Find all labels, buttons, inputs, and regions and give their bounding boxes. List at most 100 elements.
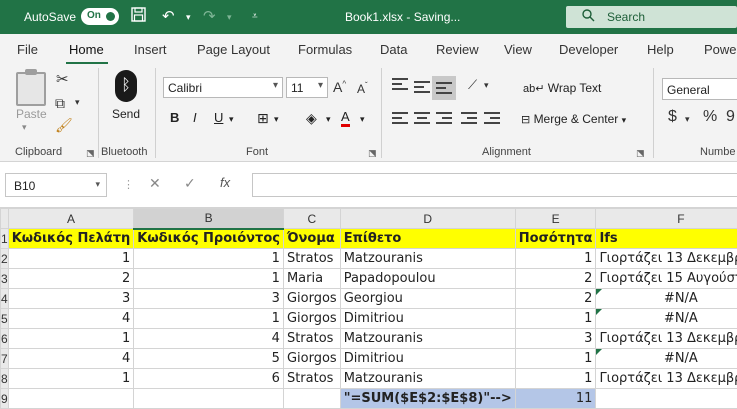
- cell[interactable]: Όνομα: [283, 229, 340, 249]
- undo-icon[interactable]: ↶: [162, 7, 175, 25]
- underline-dropdown-icon[interactable]: ▾: [229, 114, 234, 125]
- column-header[interactable]: D: [340, 209, 515, 229]
- percent-icon[interactable]: %: [703, 108, 717, 126]
- increase-font-size-icon[interactable]: A^: [333, 79, 346, 95]
- font-color-dropdown-icon[interactable]: ▾: [360, 114, 365, 125]
- font-launcher-icon[interactable]: ⬔: [368, 148, 377, 159]
- cell[interactable]: Maria: [283, 269, 340, 289]
- copy-icon[interactable]: ⧉: [55, 95, 65, 112]
- decrease-font-size-icon[interactable]: Aˇ: [357, 81, 368, 96]
- format-painter-icon[interactable]: 🖌: [55, 117, 73, 134]
- cell[interactable]: 2: [515, 289, 596, 309]
- fill-color-icon[interactable]: ◈: [306, 110, 317, 127]
- select-all-corner[interactable]: [1, 209, 9, 229]
- insert-function-icon[interactable]: fx: [220, 175, 230, 190]
- undo-dropdown-icon[interactable]: ▾: [186, 12, 191, 23]
- cell[interactable]: Stratos: [283, 329, 340, 349]
- merge-center-button[interactable]: ⊟ Merge & Center ▾: [521, 112, 626, 126]
- row-header[interactable]: 8: [1, 369, 9, 389]
- sum-total-cell[interactable]: 11: [515, 389, 596, 409]
- cancel-icon[interactable]: ✕: [149, 175, 161, 192]
- cell[interactable]: 2: [8, 269, 134, 289]
- cell[interactable]: 5: [134, 349, 284, 369]
- cell[interactable]: 2: [515, 269, 596, 289]
- column-header[interactable]: B: [134, 209, 284, 229]
- tab-page-layout[interactable]: Page Layout: [197, 42, 270, 57]
- column-header[interactable]: A: [8, 209, 134, 229]
- formula-text-cell[interactable]: "=SUM($E$2:$E$8)"-->: [340, 389, 515, 409]
- tab-view[interactable]: View: [504, 42, 532, 57]
- tab-review[interactable]: Review: [436, 42, 479, 57]
- cell[interactable]: Κωδικός Πελάτη: [8, 229, 134, 249]
- cell[interactable]: 3: [134, 289, 284, 309]
- cell[interactable]: Giorgos: [283, 289, 340, 309]
- customize-toolbar-icon[interactable]: ⩡: [252, 11, 258, 22]
- cell[interactable]: Γιορτάζει 15 Αυγούστου: [596, 269, 737, 289]
- decrease-indent-icon[interactable]: [461, 112, 477, 126]
- cell[interactable]: 1: [134, 269, 284, 289]
- tab-home[interactable]: Home: [69, 42, 104, 57]
- cell[interactable]: Γιορτάζει 13 Δεκεμβρίου: [596, 369, 737, 389]
- tab-formulas[interactable]: Formulas: [298, 42, 352, 57]
- tab-help[interactable]: Help: [647, 42, 674, 57]
- borders-icon[interactable]: ⊞: [257, 110, 269, 127]
- orientation-dropdown-icon[interactable]: ▾: [484, 80, 489, 91]
- column-header[interactable]: E: [515, 209, 596, 229]
- align-right-icon[interactable]: [436, 112, 452, 126]
- cell[interactable]: #N/A: [596, 309, 737, 329]
- cell[interactable]: 1: [8, 369, 134, 389]
- cell[interactable]: Ifs: [596, 229, 737, 249]
- cell[interactable]: 4: [134, 329, 284, 349]
- autosave-toggle[interactable]: On: [81, 8, 119, 25]
- cell[interactable]: Matzouranis: [340, 249, 515, 269]
- cell[interactable]: Georgiou: [340, 289, 515, 309]
- align-center-icon[interactable]: [414, 112, 430, 126]
- wrap-text-button[interactable]: ab↵ Wrap Text: [523, 81, 601, 95]
- paste-button-label[interactable]: Paste: [16, 107, 47, 121]
- underline-icon[interactable]: U: [214, 110, 223, 125]
- borders-dropdown-icon[interactable]: ▾: [274, 114, 279, 125]
- paste-dropdown-icon[interactable]: ▾: [22, 122, 27, 133]
- cell[interactable]: Ποσότητα: [515, 229, 596, 249]
- tab-developer[interactable]: Developer: [559, 42, 618, 57]
- cell[interactable]: 4: [8, 309, 134, 329]
- orientation-icon[interactable]: ⟋: [468, 77, 477, 93]
- cell[interactable]: 1: [8, 329, 134, 349]
- redo-dropdown-icon[interactable]: ▾: [227, 12, 232, 23]
- column-header[interactable]: C: [283, 209, 340, 229]
- cell[interactable]: 3: [515, 329, 596, 349]
- font-size-select[interactable]: 11 ▾: [286, 77, 328, 98]
- search-box[interactable]: Search: [566, 6, 737, 28]
- alignment-launcher-icon[interactable]: ⬔: [636, 148, 645, 159]
- save-icon[interactable]: [131, 7, 146, 26]
- fill-color-dropdown-icon[interactable]: ▾: [326, 114, 331, 125]
- clipboard-launcher-icon[interactable]: ⬔: [86, 148, 95, 159]
- column-header[interactable]: F: [596, 209, 737, 229]
- italic-icon[interactable]: I: [193, 110, 197, 125]
- currency-dropdown-icon[interactable]: ▾: [685, 114, 690, 125]
- cell[interactable]: Stratos: [283, 369, 340, 389]
- cell[interactable]: Matzouranis: [340, 329, 515, 349]
- row-header[interactable]: 4: [1, 289, 9, 309]
- number-format-select[interactable]: General: [662, 78, 737, 100]
- font-name-select[interactable]: Calibri ▾: [163, 77, 283, 98]
- cell[interactable]: Γιορτάζει 13 Δεκεμβρίου: [596, 249, 737, 269]
- row-header[interactable]: 5: [1, 309, 9, 329]
- cell[interactable]: [134, 389, 284, 409]
- tab-data[interactable]: Data: [380, 42, 407, 57]
- cell[interactable]: 1: [515, 349, 596, 369]
- cell[interactable]: 1: [515, 309, 596, 329]
- cell[interactable]: 1: [515, 249, 596, 269]
- name-box[interactable]: B10 ▾: [5, 173, 107, 197]
- cell[interactable]: Κωδικός Προιόντος: [134, 229, 284, 249]
- bottom-align-icon[interactable]: [436, 82, 452, 96]
- cell[interactable]: Papadopoulou: [340, 269, 515, 289]
- cell[interactable]: Dimitriou: [340, 309, 515, 329]
- bluetooth-icon[interactable]: ᛒ: [115, 70, 137, 102]
- tab-power[interactable]: Power: [704, 42, 737, 57]
- cell[interactable]: 6: [134, 369, 284, 389]
- cell[interactable]: Dimitriou: [340, 349, 515, 369]
- middle-align-icon[interactable]: [414, 81, 430, 95]
- cell[interactable]: 3: [8, 289, 134, 309]
- cell[interactable]: Γιορτάζει 13 Δεκεμβρίου: [596, 329, 737, 349]
